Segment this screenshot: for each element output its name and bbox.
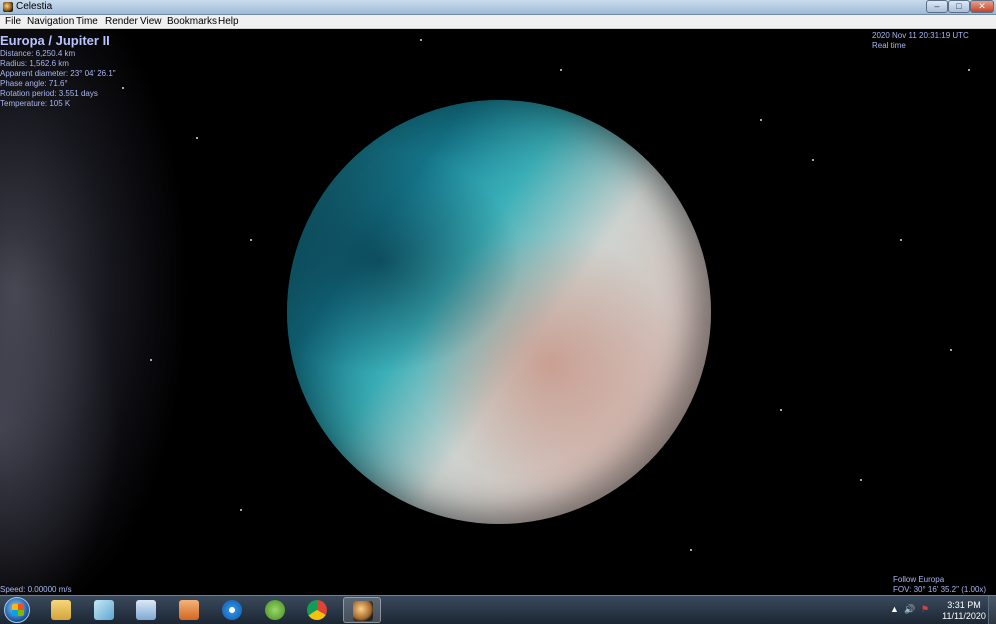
star bbox=[900, 239, 902, 241]
time-scale: Real time bbox=[872, 41, 906, 50]
celestia-icon bbox=[353, 601, 373, 621]
internet-explorer-icon bbox=[222, 600, 242, 620]
camera-status: Follow Europa FOV: 30° 16' 35.2" (1.00x) bbox=[893, 575, 986, 595]
info-radius: Radius: 1,562.6 km bbox=[0, 59, 69, 68]
taskbar-chrome[interactable] bbox=[298, 597, 336, 623]
w-app-icon bbox=[265, 600, 285, 620]
info-rotation-period: Rotation period: 3.551 days bbox=[0, 89, 98, 98]
star bbox=[420, 39, 422, 41]
menu-navigation[interactable]: Navigation bbox=[27, 16, 74, 27]
window-title: Celestia bbox=[16, 1, 53, 12]
menu-view[interactable]: View bbox=[140, 16, 162, 27]
chrome-icon bbox=[307, 600, 327, 620]
star bbox=[122, 87, 124, 89]
selected-object-name: Europa / Jupiter II bbox=[0, 33, 110, 48]
star bbox=[240, 509, 242, 511]
menu-bookmarks[interactable]: Bookmarks bbox=[167, 16, 217, 27]
star bbox=[812, 159, 814, 161]
minimize-button[interactable]: – bbox=[926, 0, 948, 13]
info-temperature: Temperature: 105 K bbox=[0, 99, 71, 108]
follow-target: Follow Europa bbox=[893, 575, 945, 584]
star bbox=[150, 359, 152, 361]
windows-logo-icon bbox=[12, 604, 24, 616]
taskbar-calculator[interactable] bbox=[127, 597, 165, 623]
menu-file[interactable]: File bbox=[5, 16, 21, 27]
simulation-clock: 2020 Nov 11 20:31:19 UTC Real time bbox=[872, 31, 969, 51]
calculator-icon bbox=[136, 600, 156, 620]
taskbar-w-app[interactable] bbox=[256, 597, 294, 623]
taskbar-file-explorer[interactable] bbox=[42, 597, 80, 623]
menu-render[interactable]: Render bbox=[105, 16, 138, 27]
taskbar-internet-explorer[interactable] bbox=[213, 597, 251, 623]
start-button[interactable] bbox=[4, 597, 30, 623]
taskbar-celestia[interactable] bbox=[343, 597, 381, 623]
render-viewport[interactable]: Europa / Jupiter II Distance: 6,250.4 km… bbox=[0, 29, 996, 595]
title-bar: Celestia – □ ✕ bbox=[0, 0, 996, 15]
milky-way-nebula-lower bbox=[0, 229, 120, 595]
simulation-datetime: 2020 Nov 11 20:31:19 UTC bbox=[872, 31, 969, 40]
menu-bar: File Navigation Time Render View Bookmar… bbox=[0, 15, 996, 29]
star bbox=[760, 119, 762, 121]
star bbox=[196, 137, 198, 139]
speed-readout: Speed: 0.00000 m/s bbox=[0, 585, 72, 594]
info-distance: Distance: 6,250.4 km bbox=[0, 49, 76, 58]
info-apparent-diameter: Apparent diameter: 23° 04' 26.1" bbox=[0, 69, 116, 78]
show-hidden-icons-icon[interactable]: ▲ bbox=[890, 604, 899, 614]
folder-icon bbox=[51, 600, 71, 620]
field-of-view: FOV: 30° 16' 35.2" (1.00x) bbox=[893, 585, 987, 594]
menu-time[interactable]: Time bbox=[76, 16, 98, 27]
star bbox=[690, 549, 692, 551]
star bbox=[968, 69, 970, 71]
taskbar-media-player[interactable] bbox=[170, 597, 208, 623]
taskbar-clock-date[interactable]: 11/11/2020 bbox=[939, 611, 989, 621]
menu-help[interactable]: Help bbox=[218, 16, 239, 27]
close-button[interactable]: ✕ bbox=[970, 0, 994, 13]
star bbox=[250, 239, 252, 241]
media-player-icon bbox=[179, 600, 199, 620]
star bbox=[860, 479, 862, 481]
star bbox=[560, 69, 562, 71]
celestia-app-icon bbox=[3, 2, 13, 12]
star bbox=[950, 349, 952, 351]
info-phase-angle: Phase angle: 71.6° bbox=[0, 79, 68, 88]
star bbox=[780, 409, 782, 411]
action-center-flag-icon[interactable]: ⚑ bbox=[921, 604, 929, 615]
notepad-icon bbox=[94, 600, 114, 620]
show-desktop-button[interactable] bbox=[988, 596, 996, 624]
europa-shadow bbox=[287, 100, 711, 524]
taskbar: ▲ 🔊 ⚑ 3:31 PM 11/11/2020 bbox=[0, 595, 996, 624]
taskbar-notes[interactable] bbox=[85, 597, 123, 623]
maximize-button[interactable]: □ bbox=[948, 0, 970, 13]
taskbar-clock-time[interactable]: 3:31 PM bbox=[943, 600, 985, 610]
volume-icon[interactable]: 🔊 bbox=[904, 604, 915, 615]
object-info-panel: Distance: 6,250.4 km Radius: 1,562.6 km … bbox=[0, 49, 116, 109]
